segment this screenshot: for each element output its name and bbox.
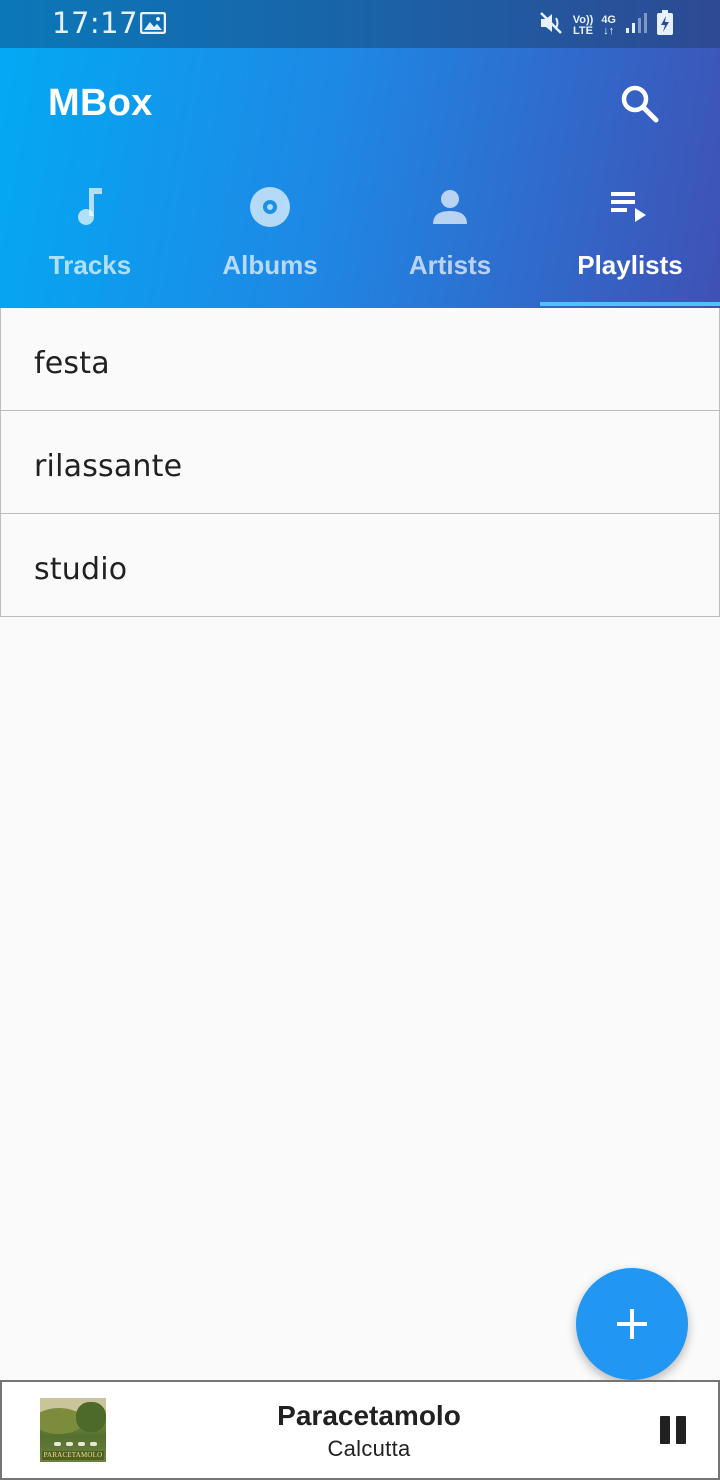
pause-icon [660, 1416, 670, 1444]
person-icon [425, 182, 475, 232]
status-bar: 17:17 Vo)) LTE 4G ↓↑ [0, 0, 720, 48]
image-icon [139, 11, 167, 39]
playlist-name: studio [34, 552, 128, 587]
music-note-icon [65, 182, 115, 232]
status-time: 17:17 [52, 6, 139, 40]
album-icon [245, 182, 295, 232]
track-artist: Calcutta [327, 1436, 411, 1461]
pause-button[interactable] [654, 1414, 690, 1450]
4g-icon: 4G ↓↑ [601, 13, 616, 37]
now-playing-bar[interactable]: PARACETAMOLO Paracetamolo Calcutta [0, 1380, 720, 1480]
list-item[interactable]: studio [0, 514, 720, 617]
mute-icon [539, 11, 565, 40]
tab-indicator [540, 302, 720, 306]
tab-bar: Tracks Albums Artists Playlists [0, 168, 720, 308]
battery-charging-icon [656, 10, 674, 41]
list-item[interactable]: rilassante [0, 411, 720, 514]
search-button[interactable] [614, 78, 666, 130]
tab-label: Playlists [577, 250, 683, 280]
signal-icon [624, 11, 648, 40]
app-bar: MBox Tracks Albums Artists Playlists [0, 48, 720, 308]
volte-top-label: Vo)) [572, 13, 594, 26]
app-title: MBox [48, 82, 153, 124]
playlist-play-icon [605, 182, 655, 232]
tab-label: Albums [222, 250, 318, 280]
playlist-name: rilassante [34, 449, 183, 484]
tab-tracks[interactable]: Tracks [0, 168, 180, 308]
volte-icon: Vo)) LTE [572, 13, 594, 37]
track-title: Paracetamolo [277, 1400, 461, 1431]
add-icon [617, 1309, 647, 1339]
tab-albums[interactable]: Albums [180, 168, 360, 308]
playlist-list: festa rilassante studio [0, 308, 720, 617]
search-icon [621, 85, 659, 123]
network-label: 4G [601, 13, 616, 26]
tab-artists[interactable]: Artists [360, 168, 540, 308]
tab-label: Tracks [48, 250, 132, 280]
volte-bottom-label: LTE [573, 24, 593, 37]
add-playlist-button[interactable] [576, 1268, 688, 1380]
tab-playlists[interactable]: Playlists [540, 168, 720, 308]
list-item[interactable]: festa [0, 308, 720, 411]
playlist-name: festa [34, 346, 110, 381]
tab-label: Artists [408, 250, 492, 280]
